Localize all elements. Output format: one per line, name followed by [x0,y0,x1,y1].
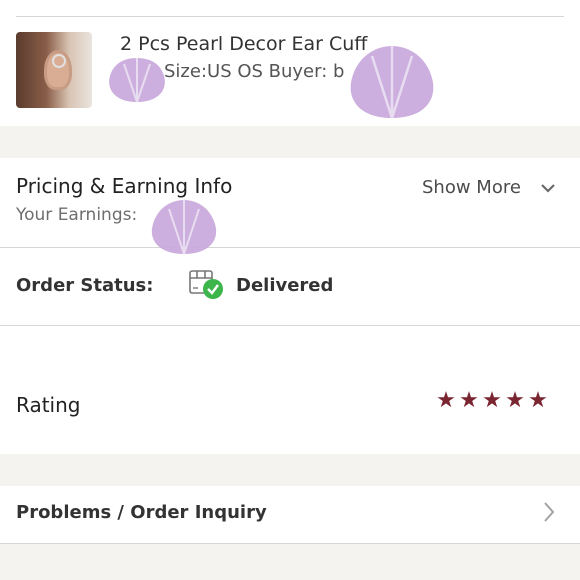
rating-stars: ★ ★ ★ ★ ★ [436,390,551,412]
item-thumbnail[interactable] [16,32,92,108]
chevron-down-icon [541,184,555,193]
rating-label: Rating [16,393,81,417]
ear-cuff-image [52,54,66,68]
star-icon: ★ [436,388,456,413]
show-more-label: Show More [422,177,521,198]
shell-sticker [350,46,434,119]
star-icon: ★ [505,388,525,413]
order-status-value: Delivered [236,275,334,296]
shell-sticker [151,200,217,255]
order-status-label: Order Status: [16,275,154,296]
star-icon: ★ [528,388,548,413]
earnings-label: Your Earnings: [16,205,138,225]
chevron-right-icon [544,502,555,522]
star-icon: ★ [459,388,479,413]
divider [0,543,580,544]
show-more-button[interactable]: Show More [422,177,555,198]
item-meta: Size:US OS Buyer: b [164,61,345,82]
divider [0,247,580,248]
shell-sticker [109,58,165,103]
divider [0,325,580,326]
divider [16,16,564,17]
package-delivered-icon [189,270,223,299]
star-icon: ★ [482,388,502,413]
problems-label: Problems / Order Inquiry [16,502,267,523]
